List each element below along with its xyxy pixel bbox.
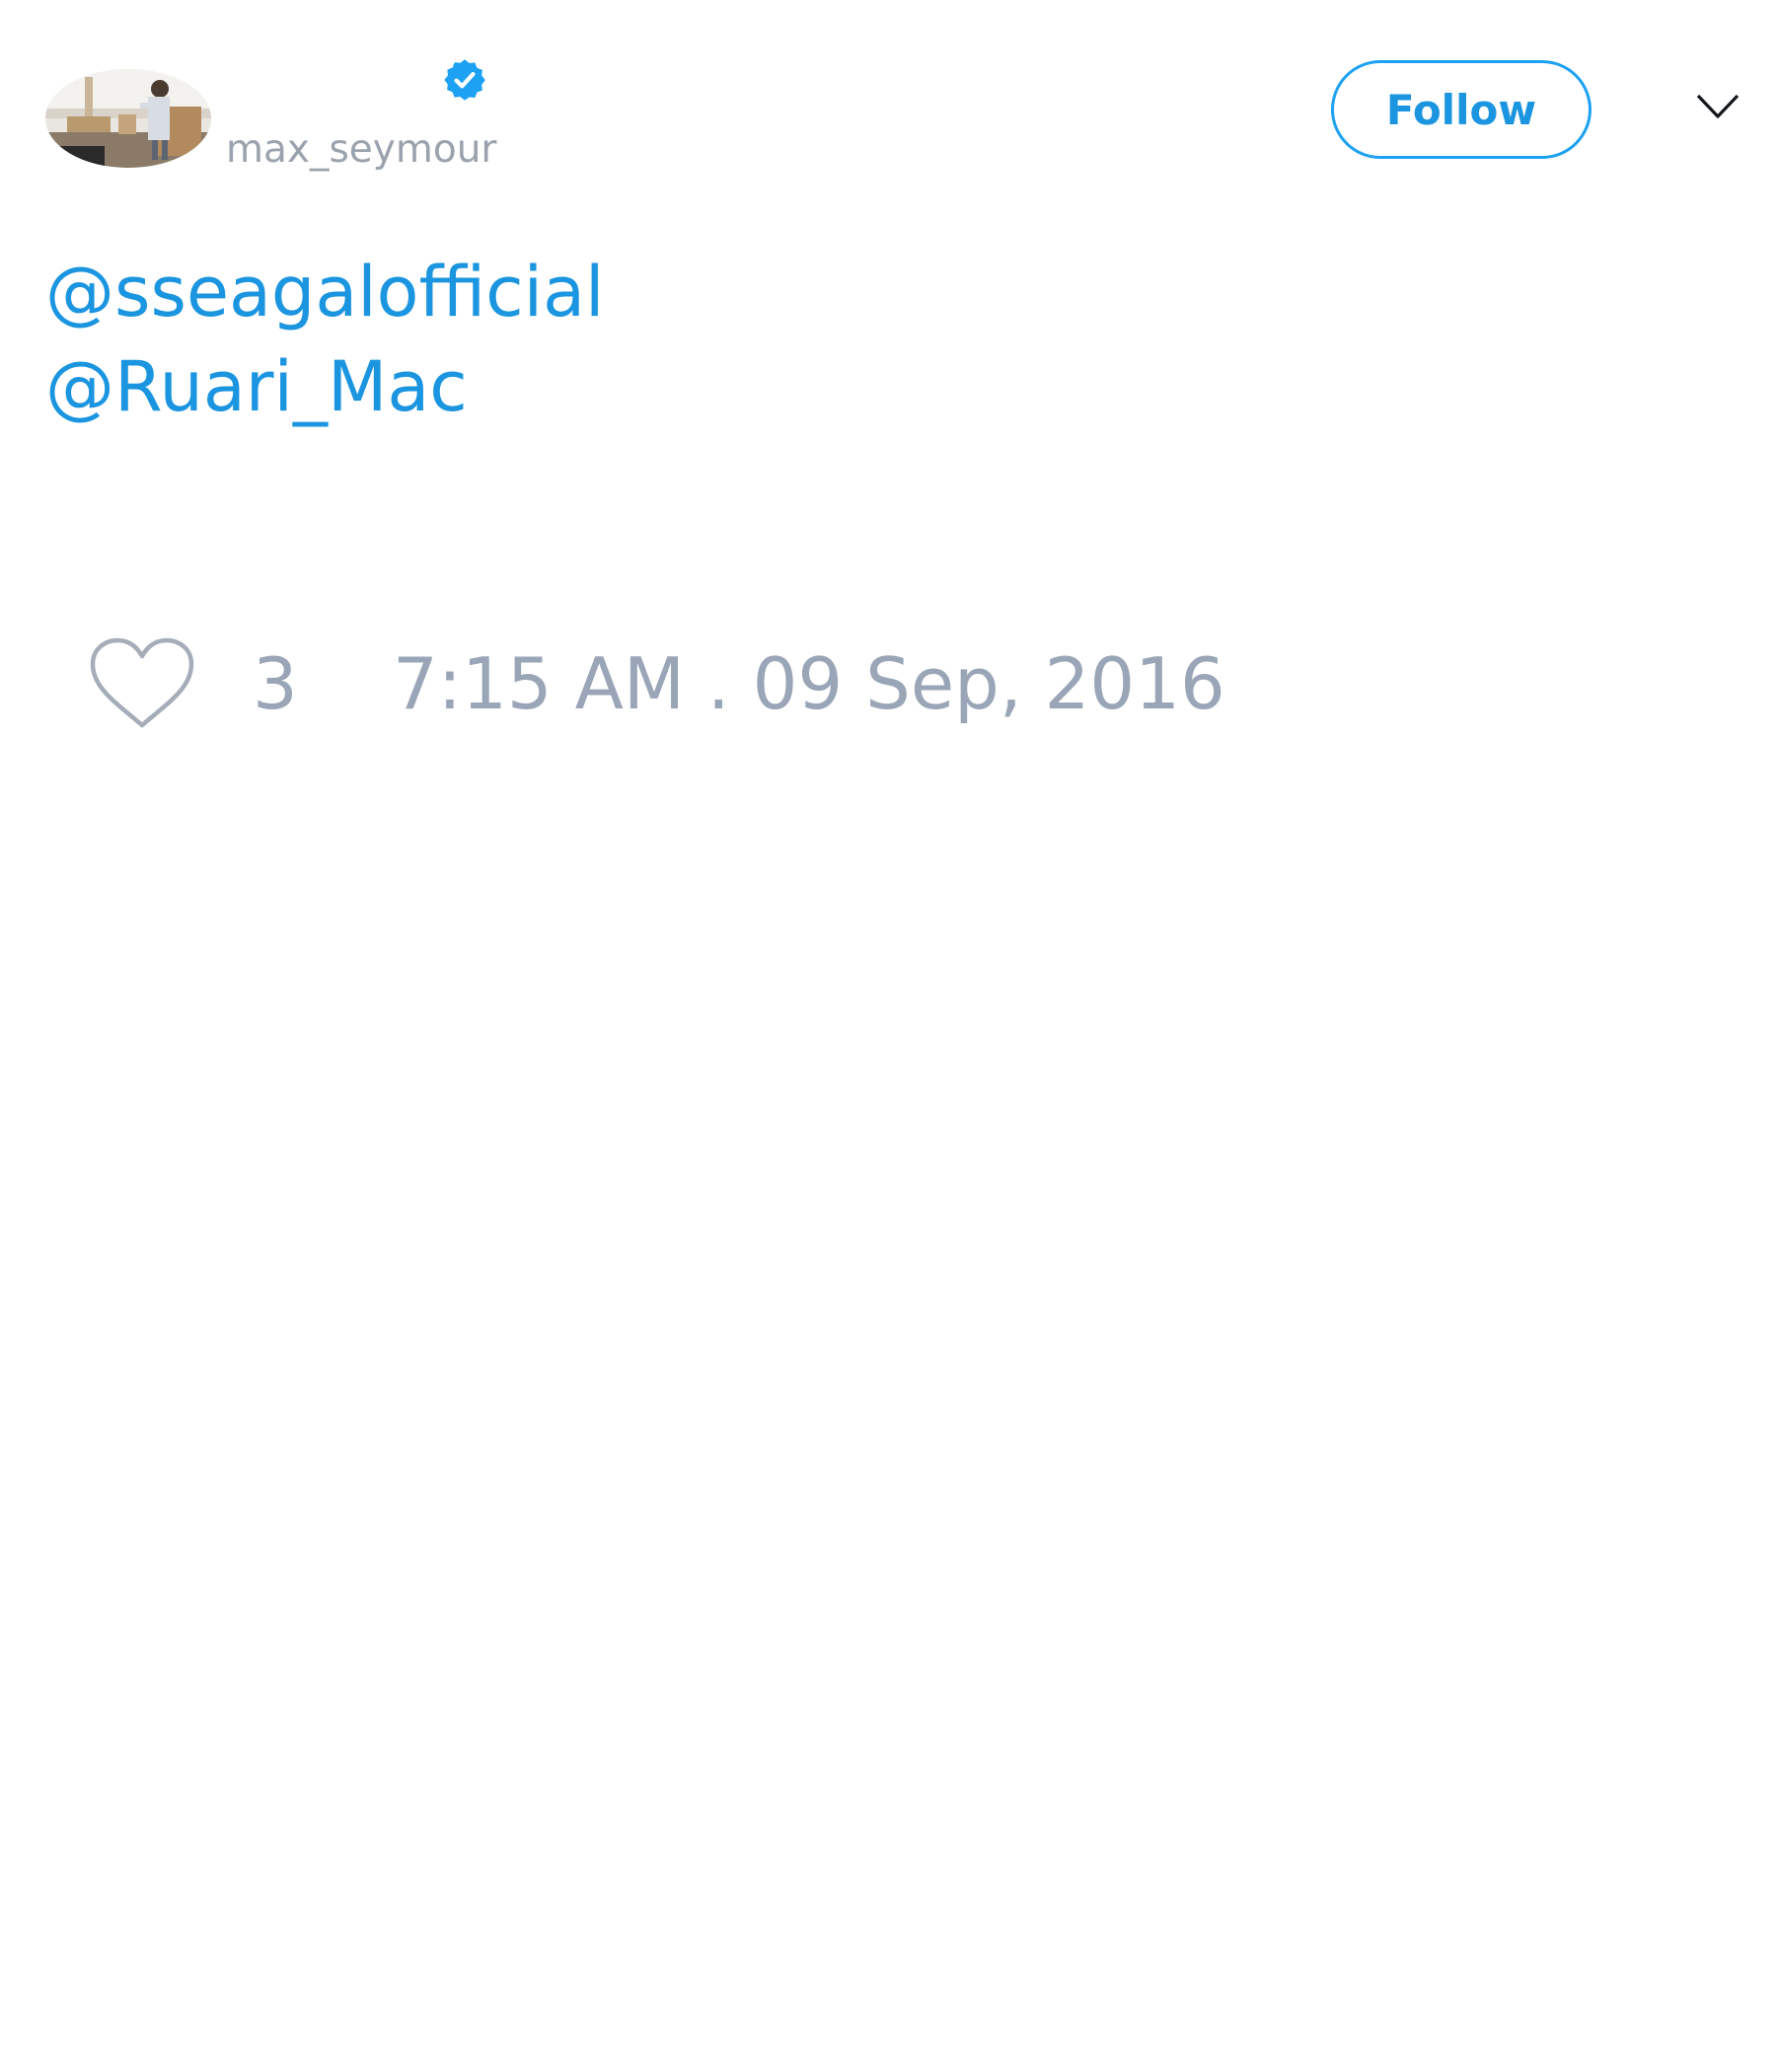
mention-link[interactable]: @Ruari_Mac xyxy=(45,339,604,434)
heart-icon[interactable] xyxy=(89,637,195,730)
follow-button[interactable]: Follow xyxy=(1331,60,1591,159)
verified-badge-icon xyxy=(444,59,485,101)
avatar[interactable] xyxy=(45,69,211,168)
mention-link[interactable]: @sseagalofficial xyxy=(45,245,604,339)
tweet-text: @sseagalofficial @Ruari_Mac xyxy=(45,245,604,434)
chevron-down-icon[interactable] xyxy=(1695,93,1740,120)
like-count: 3 xyxy=(253,642,298,725)
avatar-photo xyxy=(45,69,211,168)
tweet-timestamp[interactable]: 7:15 AM . 09 Sep, 2016 xyxy=(393,641,1225,726)
user-handle[interactable]: max_seymour xyxy=(226,124,496,176)
